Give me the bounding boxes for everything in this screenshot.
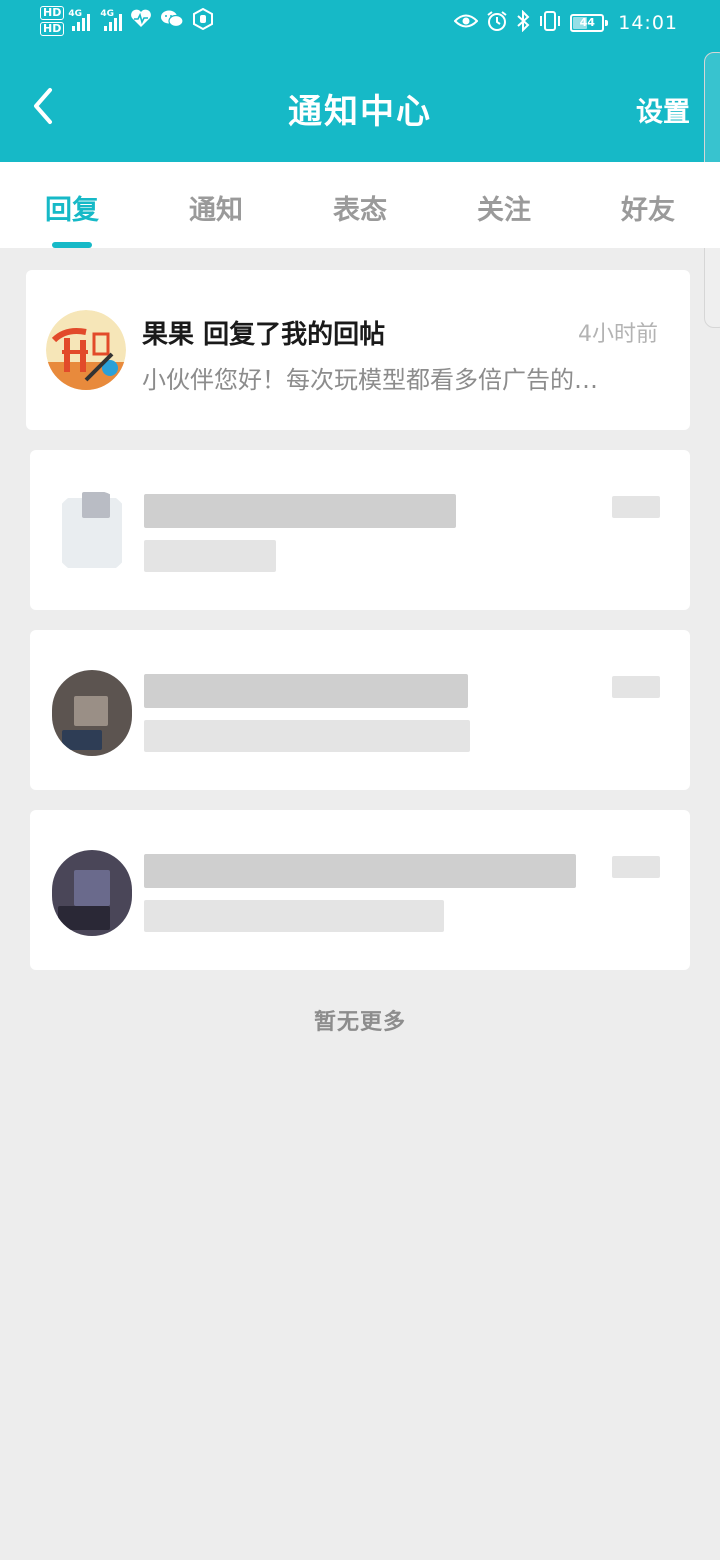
shield-hand-icon: [192, 7, 214, 34]
hd-indicators: HD HD: [40, 6, 65, 36]
battery-level: 44: [579, 16, 595, 29]
hd2-badge: HD: [40, 22, 65, 36]
notification-preview: 小伙伴您好！每次玩模型都看多倍广告的…: [142, 366, 598, 394]
notification-item-blurred[interactable]: [30, 450, 690, 610]
no-more-label: 暂无更多: [313, 1010, 406, 1035]
avatar-blurred[interactable]: [52, 850, 132, 936]
status-right: 44 14:01: [453, 9, 678, 36]
notification-item[interactable]: 果果 回复了我的回帖 4小时前 小伙伴您好！每次玩模型都看多倍广告的…: [26, 270, 690, 430]
tab-reactions[interactable]: 表态: [310, 188, 410, 227]
tab-replies[interactable]: 回复: [22, 188, 122, 227]
bluetooth-icon: [516, 9, 530, 36]
sim2-label: 4G: [100, 9, 114, 19]
app-header: HD HD 4G 4G 44 14:01 通知中心 设置: [0, 0, 720, 162]
notification-title: 果果 回复了我的回帖: [142, 314, 385, 351]
status-bar: HD HD 4G 4G 44 14:01: [0, 0, 720, 52]
hd1-badge: HD: [40, 6, 65, 20]
sender-name: 果果: [142, 320, 195, 350]
notification-action: 回复了我的回帖: [203, 320, 386, 350]
alarm-icon: [486, 10, 508, 36]
tab-notices[interactable]: 通知: [166, 188, 266, 227]
blurred-title: [144, 494, 456, 528]
tab-bar: 回复 通知 表态 关注 好友: [0, 162, 720, 248]
active-tab-indicator: [52, 242, 92, 248]
blurred-time: [612, 496, 660, 518]
health-heart-icon: [130, 9, 152, 33]
wechat-icon: [160, 9, 184, 33]
page-title: 通知中心: [288, 92, 432, 132]
blurred-preview: [144, 540, 276, 572]
avatar-blurred[interactable]: [52, 670, 132, 756]
blurred-title: [144, 854, 576, 888]
blurred-time: [612, 856, 660, 878]
clock: 14:01: [618, 12, 678, 34]
tab-follows[interactable]: 关注: [454, 188, 554, 227]
sim1-label: 4G: [68, 9, 82, 19]
avatar-blurred[interactable]: [52, 490, 132, 576]
blurred-time: [612, 676, 660, 698]
sim2-signal-icon: 4G: [100, 9, 123, 31]
status-left: HD HD 4G 4G: [40, 6, 214, 36]
sim1-signal-icon: 4G: [68, 9, 91, 31]
battery-icon: 44: [570, 14, 609, 32]
eye-icon: [453, 12, 479, 34]
blurred-preview: [144, 900, 444, 932]
blurred-title: [144, 674, 468, 708]
avatar[interactable]: [46, 310, 126, 390]
notification-item-blurred[interactable]: [30, 810, 690, 970]
notification-time: 4小时前: [578, 322, 658, 347]
tab-friends[interactable]: 好友: [598, 188, 698, 227]
settings-button[interactable]: 设置: [636, 90, 690, 129]
blurred-preview: [144, 720, 470, 752]
notification-item-blurred[interactable]: [30, 630, 690, 790]
vibrate-icon: [538, 10, 562, 36]
